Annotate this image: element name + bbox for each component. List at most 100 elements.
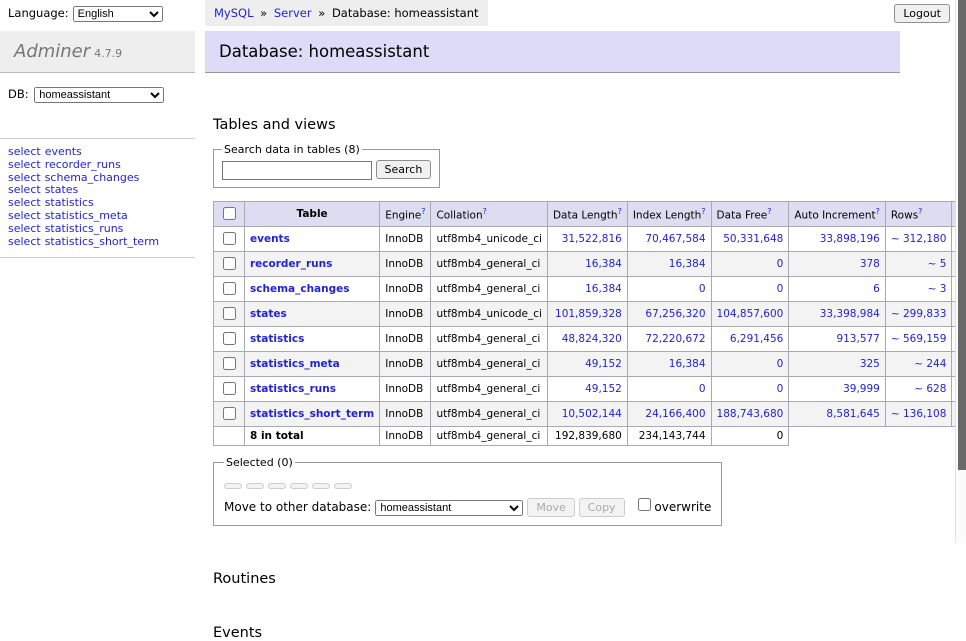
help-marker[interactable]: ? — [421, 207, 425, 216]
index-length-cell[interactable]: 24,166,400 — [627, 401, 711, 426]
data-free-cell[interactable]: 188,743,680 — [711, 401, 789, 426]
select-link[interactable]: select — [8, 171, 41, 184]
data-free-cell[interactable]: 0 — [711, 276, 789, 301]
column-header: Rows? — [885, 201, 952, 226]
row-checkbox[interactable] — [223, 357, 236, 370]
breadcrumb-mysql-link[interactable]: MySQL — [214, 6, 254, 20]
data-free-cell[interactable]: 50,331,648 — [711, 226, 789, 251]
logout-button[interactable]: Logout — [894, 4, 950, 23]
data-length-cell[interactable]: 16,384 — [547, 276, 627, 301]
help-marker[interactable]: ? — [876, 207, 880, 216]
copy-button[interactable]: Copy — [579, 498, 625, 517]
index-length-cell[interactable]: 16,384 — [627, 251, 711, 276]
scrollbar-track[interactable] — [955, 0, 966, 543]
table-link[interactable]: events — [45, 145, 82, 158]
table-link[interactable]: schema_changes — [45, 171, 140, 184]
move-database-select[interactable]: homeassistant — [375, 500, 523, 516]
index-length-cell[interactable]: 72,220,672 — [627, 326, 711, 351]
table-link[interactable]: recorder_runs — [45, 158, 121, 171]
select-link[interactable]: select — [8, 222, 41, 235]
row-checkbox[interactable] — [223, 307, 236, 320]
help-marker[interactable]: ? — [767, 207, 771, 216]
data-length-cell[interactable]: 48,824,320 — [547, 326, 627, 351]
data-free-cell[interactable]: 6,291,456 — [711, 326, 789, 351]
rows-cell[interactable]: ~ 136,108 — [885, 401, 952, 426]
select-link[interactable]: select — [8, 158, 41, 171]
sidebar-table-item: select statistics_short_term — [8, 236, 195, 249]
select-all-checkbox[interactable] — [223, 207, 236, 220]
rows-cell[interactable]: ~ 569,159 — [885, 326, 952, 351]
overwrite-checkbox[interactable] — [638, 498, 651, 511]
rows-cell[interactable]: ~ 5 — [885, 251, 952, 276]
select-link[interactable]: select — [8, 235, 41, 248]
select-link[interactable]: select — [8, 196, 41, 209]
move-button[interactable]: Move — [527, 498, 575, 517]
table-name-link[interactable]: statistics_runs — [250, 383, 336, 395]
row-checkbox[interactable] — [223, 407, 236, 420]
table-link[interactable]: statistics — [45, 196, 94, 209]
index-length-cell[interactable]: 0 — [627, 276, 711, 301]
selected-action-button[interactable] — [312, 483, 330, 489]
search-input[interactable] — [222, 161, 372, 180]
overwrite-label-wrap: overwrite — [634, 500, 711, 514]
selected-action-button[interactable] — [334, 483, 352, 489]
table-link[interactable]: statistics_meta — [45, 209, 128, 222]
table-link[interactable]: states — [45, 183, 79, 196]
table-name-link[interactable]: recorder_runs — [250, 258, 332, 270]
data-free-cell[interactable]: 0 — [711, 376, 789, 401]
table-name-link[interactable]: states — [250, 308, 287, 320]
rows-cell[interactable]: ~ 244 — [885, 351, 952, 376]
data-length-cell[interactable]: 49,152 — [547, 351, 627, 376]
help-marker[interactable]: ? — [918, 207, 922, 216]
data-free-cell[interactable]: 0 — [711, 251, 789, 276]
index-length-cell[interactable]: 0 — [627, 376, 711, 401]
search-button[interactable]: Search — [376, 160, 432, 179]
breadcrumb-current: Database: homeassistant — [332, 6, 479, 20]
table-name-link[interactable]: statistics — [250, 333, 304, 345]
row-checkbox[interactable] — [223, 282, 236, 295]
data-length-cell[interactable]: 101,859,328 — [547, 301, 627, 326]
table-name-link[interactable]: schema_changes — [250, 283, 350, 295]
select-link[interactable]: select — [8, 209, 41, 222]
table-name-link[interactable]: events — [250, 233, 290, 245]
help-marker[interactable]: ? — [701, 207, 705, 216]
db-select[interactable]: homeassistant — [34, 87, 164, 103]
index-length-cell[interactable]: 70,467,584 — [627, 226, 711, 251]
selected-action-button[interactable] — [224, 483, 242, 489]
routine-links — [213, 596, 900, 610]
row-checkbox[interactable] — [223, 257, 236, 270]
table-link[interactable]: statistics_short_term — [45, 235, 159, 248]
data-length-cell[interactable]: 16,384 — [547, 251, 627, 276]
row-checkbox[interactable] — [223, 332, 236, 345]
selected-action-button[interactable] — [290, 483, 308, 489]
collation-cell: utf8mb4_general_ci — [431, 351, 547, 376]
data-length-cell[interactable]: 10,502,144 — [547, 401, 627, 426]
row-checkbox-cell — [214, 376, 245, 401]
index-length-cell[interactable]: 67,256,320 — [627, 301, 711, 326]
row-checkbox[interactable] — [223, 382, 236, 395]
selected-action-button[interactable] — [246, 483, 264, 489]
selected-action-button[interactable] — [268, 483, 286, 489]
table-name-link[interactable]: statistics_short_term — [250, 408, 374, 420]
data-length-cell[interactable]: 49,152 — [547, 376, 627, 401]
select-link[interactable]: select — [8, 183, 41, 196]
data-free-cell[interactable]: 0 — [711, 351, 789, 376]
row-checkbox[interactable] — [223, 232, 236, 245]
data-free-cell[interactable]: 104,857,600 — [711, 301, 789, 326]
help-marker[interactable]: ? — [483, 207, 487, 216]
rows-cell[interactable]: ~ 3 — [885, 276, 952, 301]
select-link[interactable]: select — [8, 145, 41, 158]
move-label: Move to other database: — [224, 500, 371, 514]
rows-cell[interactable]: ~ 312,180 — [885, 226, 952, 251]
data-length-cell[interactable]: 31,522,816 — [547, 226, 627, 251]
help-marker[interactable]: ? — [618, 207, 622, 216]
table-link[interactable]: statistics_runs — [45, 222, 124, 235]
breadcrumb-server-link[interactable]: Server — [274, 6, 312, 20]
rows-cell[interactable]: ~ 628 — [885, 376, 952, 401]
table-row: statistics_short_term InnoDB utf8mb4_gen… — [214, 401, 966, 426]
scrollbar-thumb[interactable] — [958, 0, 966, 470]
index-length-cell[interactable]: 16,384 — [627, 351, 711, 376]
rows-cell[interactable]: ~ 299,833 — [885, 301, 952, 326]
language-select[interactable]: English — [73, 6, 163, 22]
table-name-link[interactable]: statistics_meta — [250, 358, 340, 370]
